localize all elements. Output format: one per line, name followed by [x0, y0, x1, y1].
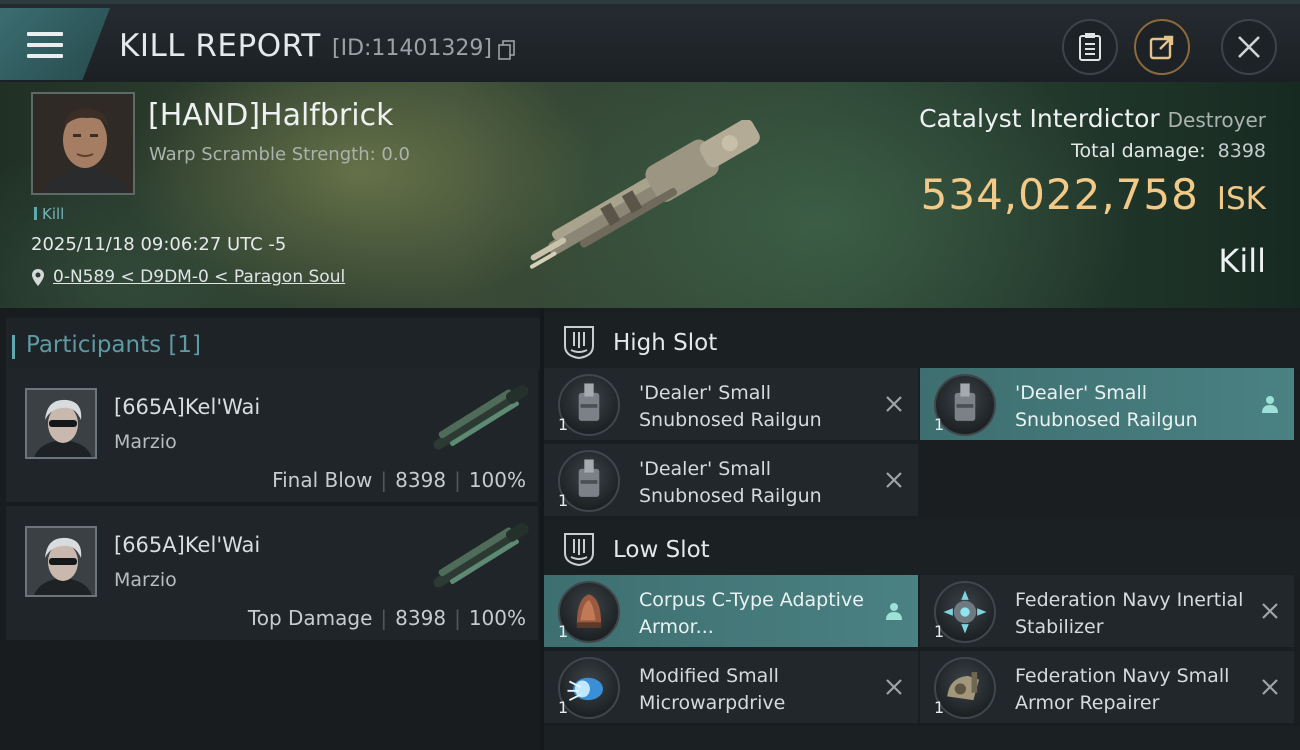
- participant-corp: Marzio: [114, 569, 177, 591]
- module-item[interactable]: 1 Federation Navy Inertial Stabilizer: [920, 575, 1294, 647]
- location-link[interactable]: 0-N589 < D9DM-0 < Paragon Soul: [31, 267, 345, 287]
- total-damage-value: 8398: [1217, 140, 1266, 162]
- total-damage: Total damage: 8398: [1071, 140, 1266, 162]
- high-slot-title: High Slot: [613, 330, 718, 356]
- high-slot-header: High Slot: [544, 312, 1300, 370]
- pilot-portrait-icon: [33, 94, 133, 193]
- dropped-person-icon: [1262, 396, 1278, 413]
- share-icon: [1149, 35, 1174, 60]
- high-slot-icon: [564, 326, 594, 360]
- module-name: 'Dealer' Small Snubnosed Railgun: [1015, 382, 1198, 431]
- warp-scramble-strength: Warp Scramble Strength: 0.0: [149, 144, 411, 165]
- module-item[interactable]: 1 'Dealer' Small Snubnosed Railgun: [544, 444, 918, 516]
- module-quantity: 1: [558, 622, 569, 641]
- participant-percent: 100%: [468, 606, 526, 630]
- module-quantity: 1: [558, 491, 569, 510]
- participant-damage: 8398: [395, 468, 447, 492]
- destroyed-x-icon: [886, 679, 902, 695]
- module-item[interactable]: 1 'Dealer' Small Snubnosed Railgun: [544, 368, 918, 440]
- participants-title: Participants [1]: [12, 332, 201, 359]
- module-quantity: 1: [558, 415, 569, 434]
- module-name: Modified Small Microwarpdrive: [639, 665, 786, 714]
- next-slot-header-partial: [544, 726, 1300, 750]
- top-bar: KILL REPORT [ID:11401329]: [0, 0, 1300, 82]
- participant-percent: 100%: [468, 468, 526, 492]
- clipboard-button[interactable]: [1062, 19, 1118, 75]
- result-label: Kill: [1218, 242, 1266, 280]
- participant-name[interactable]: [665A]Kel'Wai: [114, 533, 260, 557]
- module-quantity: 1: [558, 698, 569, 717]
- module-name: Federation Navy Inertial Stabilizer: [1015, 589, 1244, 638]
- page-title: KILL REPORT: [119, 28, 321, 64]
- module-name: 'Dealer' Small Snubnosed Railgun: [639, 458, 822, 507]
- ship-class: Destroyer: [1167, 108, 1266, 132]
- participant-ship-image: [433, 384, 529, 450]
- destroyed-x-icon: [1262, 679, 1278, 695]
- total-damage-label: Total damage:: [1071, 140, 1206, 162]
- ship-name: Catalyst Interdictor: [919, 104, 1160, 133]
- location-text[interactable]: 0-N589 < D9DM-0 < Paragon Soul: [53, 267, 345, 287]
- victim-banner: [HAND]Halfbrick Warp Scramble Strength: …: [0, 82, 1300, 308]
- participants-panel: Participants [1] [665A]Kel'Wai Marzio Fi…: [0, 308, 540, 750]
- pilot-portrait-icon: [27, 390, 95, 457]
- participant-damage: 8398: [395, 606, 447, 630]
- hamburger-icon: [27, 32, 63, 58]
- participant-name[interactable]: [665A]Kel'Wai: [114, 395, 260, 419]
- ship-type[interactable]: Catalyst Interdictor Destroyer: [919, 104, 1266, 133]
- low-slot-icon: [564, 533, 594, 567]
- menu-button[interactable]: [0, 8, 110, 80]
- clipboard-icon: [1079, 33, 1101, 61]
- participant-avatar[interactable]: [25, 526, 97, 597]
- isk-value: 534,022,758 ISK: [921, 170, 1266, 219]
- participant-card[interactable]: [665A]Kel'Wai Marzio Final Blow | 8398 | 100…: [6, 368, 538, 502]
- participant-card[interactable]: [665A]Kel'Wai Marzio Top Damage | 8398 | 100…: [6, 506, 538, 640]
- isk-amount: 534,022,758: [920, 170, 1199, 219]
- participant-stats: Top Damage | 8398 | 100%: [247, 606, 526, 630]
- close-button[interactable]: [1221, 19, 1277, 75]
- destroyed-x-icon: [886, 396, 902, 412]
- close-icon: [1238, 36, 1260, 58]
- module-item[interactable]: 1 Federation Navy Small Armor Repairer: [920, 651, 1294, 723]
- kill-tag: Kill: [34, 205, 64, 223]
- participant-ship-image: [433, 522, 529, 588]
- copy-icon[interactable]: [498, 40, 516, 60]
- low-slot-header: Low Slot: [544, 519, 1300, 577]
- victim-avatar[interactable]: [31, 92, 135, 195]
- module-quantity: 1: [934, 415, 945, 434]
- module-item[interactable]: 1 Corpus C-Type Adaptive Armor...: [544, 575, 918, 647]
- participant-corp: Marzio: [114, 431, 177, 453]
- kill-timestamp: 2025/11/18 09:06:27 UTC -5: [31, 234, 287, 255]
- fitting-panel: High Slot 1 'Dealer' Small Snubnosed Rai…: [544, 308, 1300, 750]
- module-name: Federation Navy Small Armor Repairer: [1015, 665, 1230, 714]
- module-quantity: 1: [934, 622, 945, 641]
- participant-role: Top Damage: [247, 606, 373, 630]
- participant-role: Final Blow: [272, 468, 373, 492]
- participant-stats: Final Blow | 8398 | 100%: [272, 468, 526, 492]
- participants-header: Participants [1]: [6, 318, 540, 370]
- victim-ship-image: [529, 120, 760, 269]
- isk-unit: ISK: [1216, 181, 1266, 217]
- report-id: [ID:11401329]: [332, 36, 492, 61]
- destroyed-x-icon: [886, 472, 902, 488]
- dropped-person-icon: [886, 603, 902, 620]
- module-name: Corpus C-Type Adaptive Armor...: [639, 589, 864, 638]
- module-item[interactable]: 1 'Dealer' Small Snubnosed Railgun: [920, 368, 1294, 440]
- destroyed-x-icon: [1262, 603, 1278, 619]
- share-button[interactable]: [1134, 19, 1190, 75]
- victim-name[interactable]: [HAND]Halfbrick: [148, 98, 393, 133]
- participant-avatar[interactable]: [25, 388, 97, 459]
- module-quantity: 1: [934, 698, 945, 717]
- map-pin-icon: [32, 268, 44, 286]
- module-item[interactable]: 1 Modified Small Microwarpdrive: [544, 651, 918, 723]
- pilot-portrait-icon: [27, 528, 95, 595]
- module-name: 'Dealer' Small Snubnosed Railgun: [639, 382, 822, 431]
- low-slot-title: Low Slot: [613, 537, 710, 563]
